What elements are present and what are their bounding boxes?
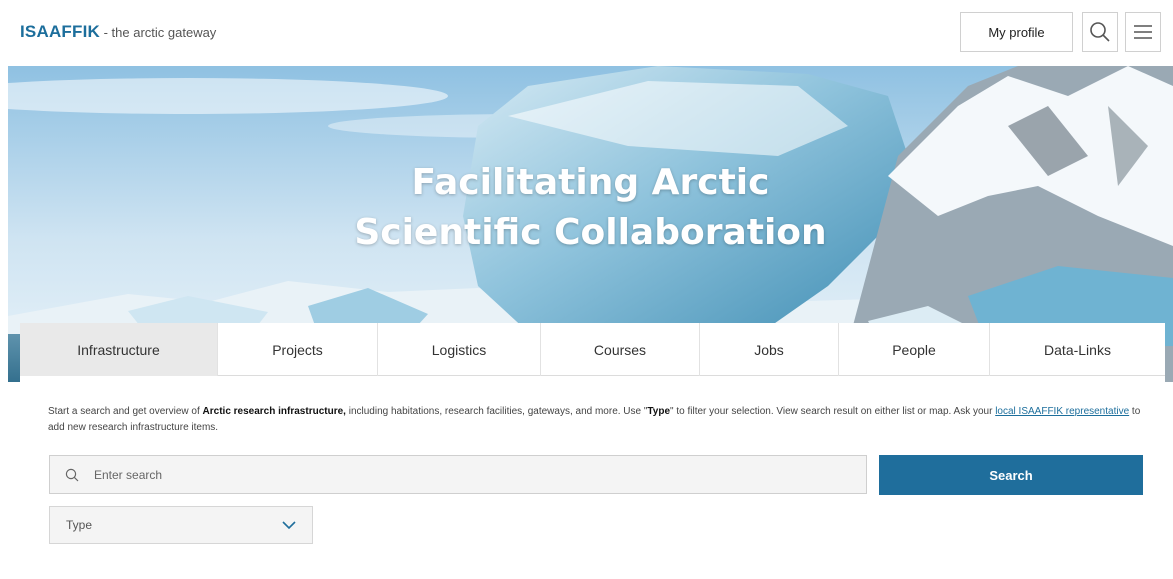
search-icon — [1090, 22, 1110, 42]
intro-type-highlight: Type — [647, 406, 671, 417]
type-dropdown-value: Type — [66, 518, 93, 532]
site-logo[interactable]: ISAAFFIK - the arctic gateway — [20, 22, 216, 42]
header-menu-button[interactable] — [1125, 12, 1161, 52]
category-tabs: Infrastructure Projects Logistics Course… — [20, 323, 1165, 376]
brand-tagline: - the arctic gateway — [99, 25, 217, 40]
tab-people[interactable]: People — [839, 323, 990, 376]
header-search-button[interactable] — [1082, 12, 1118, 52]
intro-text-part: Start a search and get overview of — [48, 406, 203, 417]
hamburger-menu-icon — [1134, 25, 1152, 39]
search-button[interactable]: Search — [879, 455, 1143, 495]
local-representative-link[interactable]: local ISAAFFIK representative — [995, 406, 1129, 417]
search-field[interactable] — [49, 455, 867, 494]
chevron-down-icon — [282, 520, 296, 529]
type-dropdown[interactable]: Type — [49, 506, 313, 544]
search-input[interactable] — [94, 467, 834, 482]
intro-text: Start a search and get overview of Arcti… — [48, 404, 1148, 436]
top-header: ISAAFFIK - the arctic gateway My profile — [0, 0, 1173, 66]
intro-text-part: " to filter your selection. View search … — [670, 406, 996, 417]
tab-logistics[interactable]: Logistics — [378, 323, 541, 376]
my-profile-button[interactable]: My profile — [960, 12, 1073, 52]
hero-title: Facilitating Arctic Scientific Collabora… — [8, 158, 1173, 258]
intro-text-part: including habitations, research faciliti… — [345, 406, 648, 417]
brand-name: ISAAFFIK — [20, 22, 100, 41]
search-field-icon — [50, 456, 94, 493]
infrastructure-panel: Start a search and get overview of Arcti… — [20, 376, 1165, 579]
intro-highlight: Arctic research infrastructure, — [202, 406, 346, 417]
tab-infrastructure[interactable]: Infrastructure — [20, 323, 218, 376]
tab-courses[interactable]: Courses — [541, 323, 700, 376]
hero-title-line2: Scientific Collaboration — [354, 212, 827, 253]
tab-data-links[interactable]: Data-Links — [990, 323, 1165, 376]
hero-title-line1: Facilitating Arctic — [411, 162, 770, 203]
search-icon — [65, 468, 79, 481]
tab-jobs[interactable]: Jobs — [700, 323, 839, 376]
tab-projects[interactable]: Projects — [218, 323, 378, 376]
